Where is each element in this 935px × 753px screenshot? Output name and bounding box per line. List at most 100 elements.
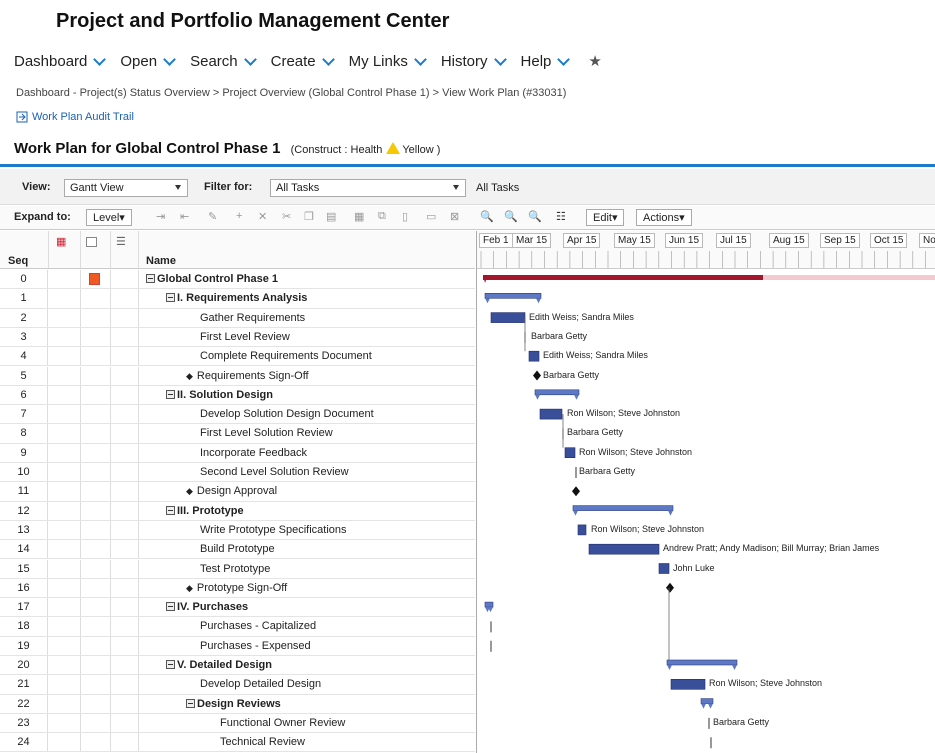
breadcrumb[interactable]: Dashboard - Project(s) Status Overview >… [16,87,566,99]
menu-create[interactable]: Create [271,50,335,72]
table-row[interactable]: 21 Develop Detailed Design [0,675,475,695]
table-row[interactable]: 13 Write Prototype Specifications [0,520,475,541]
task-name[interactable]: Test Prototype [200,560,270,579]
zoom-fit-icon[interactable]: 🔍 [528,210,542,223]
table-row[interactable]: 0 Global Control Phase 1 [0,270,475,290]
delete-task-icon[interactable]: ✕ [258,210,267,223]
task-name[interactable]: Complete Requirements Document [200,347,372,366]
task-name[interactable]: Gather Requirements [200,309,305,328]
table-row[interactable]: 3 First Level Review [0,327,475,348]
task-name[interactable]: Functional Owner Review [220,714,345,733]
task-name[interactable]: IV. Purchases [166,598,248,617]
collapse-icon[interactable] [166,602,175,612]
table-row[interactable]: 14 Build Prototype [0,540,475,560]
table-row[interactable]: 18 Purchases - Capitalized [0,617,475,637]
row-seq: 16 [0,578,48,598]
task-name[interactable]: Global Control Phase 1 [146,270,278,289]
level-dropdown[interactable]: Level▾ [86,209,132,226]
table-row[interactable]: 9 Incorporate Feedback [0,443,475,463]
seq-column-header[interactable]: Seq [8,255,28,267]
task-name[interactable]: First Level Solution Review [200,424,333,443]
table-row[interactable]: 15 Test Prototype [0,559,475,579]
table-row[interactable]: 17 IV. Purchases [0,598,475,618]
collapse-icon[interactable] [166,293,175,303]
menu-my-links[interactable]: My Links [349,50,427,72]
table-row[interactable]: 10 Second Level Solution Review [0,463,475,483]
menu-open[interactable]: Open [120,50,176,72]
cut-icon[interactable]: ✂ [282,210,291,223]
view-select[interactable]: Gantt View [64,179,188,197]
row-seq: 11 [0,482,48,501]
filter-select[interactable]: All Tasks [270,179,466,197]
table-row[interactable]: 22 Design Reviews [0,694,475,714]
row-seq: 18 [0,617,48,636]
grid-icon-1: ▦ [56,236,67,248]
add-task-icon[interactable]: + [236,210,242,222]
task-name[interactable]: Develop Solution Design Document [200,405,374,424]
table-row[interactable]: 12 III. Prototype [0,501,475,521]
favorites-star-icon[interactable]: ★ [588,50,601,72]
collapse-icon[interactable] [166,660,175,669]
grid-icon[interactable]: ▦ [354,210,364,223]
task-name[interactable]: Design Reviews [186,695,281,714]
table-row[interactable]: 19 Purchases - Expensed [0,636,475,656]
task-name[interactable]: First Level Review [200,328,290,347]
table-row[interactable]: 5 ◆ Requirements Sign-Off [0,366,475,386]
edit-menu-button[interactable]: Edit▾ [586,209,625,226]
table-row[interactable]: 4 Complete Requirements Document [0,347,475,367]
table-row[interactable]: 1 I. Requirements Analysis [0,289,475,309]
table-row[interactable]: 23 Functional Owner Review [0,713,475,734]
table-row[interactable]: 7 Develop Solution Design Document [0,405,475,425]
grid-header: Seq ▦ ☰ Name [0,231,475,269]
collapse-icon[interactable] [146,274,155,283]
export-icon[interactable]: ⊠ [450,210,459,223]
columns-icon[interactable]: ☷ [556,210,566,223]
task-name[interactable]: ◆ Requirements Sign-Off [186,367,309,386]
task-name[interactable]: Incorporate Feedback [200,444,307,463]
zoom-in-icon[interactable]: 🔍 [480,210,494,223]
collapse-icon[interactable] [186,698,195,708]
collapse-icon[interactable] [166,389,175,399]
task-name[interactable]: ◆ Prototype Sign-Off [186,579,287,598]
indent-icon[interactable]: ⇥ [156,210,165,223]
menu-search[interactable]: Search [190,50,257,72]
work-plan-title: Work Plan for Global Control Phase 1 (Co… [14,140,441,157]
page-icon[interactable]: ▭ [426,210,436,223]
task-name[interactable]: III. Prototype [166,502,244,521]
document-icon[interactable]: ▯ [402,210,408,223]
table-row[interactable]: 20 V. Detailed Design [0,656,475,676]
table-row[interactable]: 8 First Level Solution Review [0,424,475,444]
table-row[interactable]: 24 Technical Review [0,733,475,753]
table-row[interactable]: 16 ◆ Prototype Sign-Off [0,578,475,599]
zoom-out-icon[interactable]: 🔍 [504,210,518,223]
menu-history[interactable]: History [441,50,507,72]
row-seq: 21 [0,675,48,694]
name-column-header[interactable]: Name [146,255,176,267]
task-name[interactable]: Technical Review [220,733,305,752]
table-row[interactable]: 11 ◆ Design Approval [0,482,475,502]
outdent-icon[interactable]: ⇤ [180,210,189,223]
link-icon[interactable]: ⧉ [378,210,386,223]
task-name[interactable]: Purchases - Capitalized [200,617,316,636]
row-seq: 22 [0,694,48,713]
task-name[interactable]: II. Solution Design [166,386,273,405]
task-name[interactable]: Purchases - Expensed [200,637,311,656]
task-name[interactable]: Second Level Solution Review [200,463,349,482]
paste-icon[interactable]: ▤ [326,210,336,223]
table-row[interactable]: 6 II. Solution Design [0,385,475,406]
copy-icon[interactable]: ❐ [304,210,314,223]
table-row[interactable]: 2 Gather Requirements [0,308,475,328]
edit-task-icon[interactable]: ✎ [208,210,217,223]
task-name[interactable]: I. Requirements Analysis [166,289,307,308]
collapse-icon[interactable] [166,505,175,515]
task-name[interactable]: Develop Detailed Design [200,675,321,694]
task-name[interactable]: Build Prototype [200,540,275,559]
task-name[interactable]: V. Detailed Design [166,656,272,675]
audit-trail-link[interactable]: Work Plan Audit Trail [16,111,134,123]
menu-dashboard[interactable]: Dashboard [14,50,107,72]
task-name[interactable]: Write Prototype Specifications [200,521,347,540]
task-name[interactable]: ◆ Design Approval [186,482,277,501]
resource-label: Barbara Getty [531,330,588,341]
menu-help[interactable]: Help [521,50,571,72]
actions-menu-button[interactable]: Actions▾ [636,209,692,226]
